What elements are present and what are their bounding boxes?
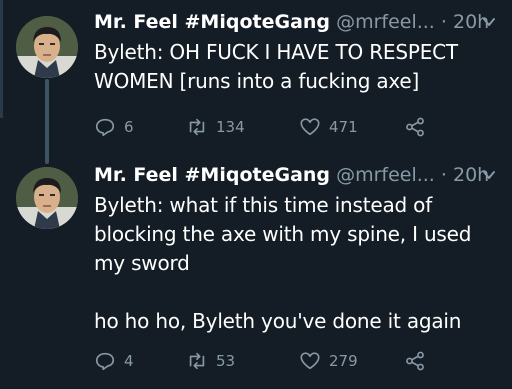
retweet-count: 53 xyxy=(216,352,236,370)
reply-count: 6 xyxy=(124,118,134,136)
avatar[interactable] xyxy=(16,16,78,78)
retweet-icon xyxy=(189,118,205,136)
retweet-icon xyxy=(189,352,205,370)
share-icon xyxy=(406,351,424,371)
heart-icon xyxy=(300,118,320,136)
tweet-actions: 4 53 279 xyxy=(94,349,494,373)
heart-icon xyxy=(300,352,320,370)
tweet-text: Byleth: OH FUCK I HAVE TO RESPECT WOMEN … xyxy=(94,40,465,93)
reply-count: 4 xyxy=(124,352,134,370)
share-button[interactable] xyxy=(404,349,434,373)
tweet-2[interactable]: Mr. Feel #MiqoteGang @mrfeel... · 20h By… xyxy=(0,150,512,389)
reply-icon xyxy=(95,118,115,137)
share-icon xyxy=(406,117,424,137)
like-count: 279 xyxy=(329,352,358,370)
tweet-1[interactable]: Mr. Feel #MiqoteGang @mrfeel... · 20h By… xyxy=(0,0,512,164)
chevron-down-icon[interactable] xyxy=(482,15,496,29)
separator: · xyxy=(440,164,447,186)
separator: · xyxy=(440,11,447,33)
reply-button[interactable]: 4 xyxy=(94,349,134,373)
retweet-button[interactable]: 53 xyxy=(186,349,235,373)
reply-icon xyxy=(95,352,115,371)
tweet-text: Byleth: what if this time instead of blo… xyxy=(94,193,472,333)
like-button[interactable]: 471 xyxy=(299,115,358,139)
retweet-count: 134 xyxy=(216,118,245,136)
display-name[interactable]: Mr. Feel #MiqoteGang xyxy=(94,11,330,33)
share-button[interactable] xyxy=(404,115,434,139)
tweet-header: Mr. Feel #MiqoteGang @mrfeel... · 20h xyxy=(94,8,502,36)
tweet-header: Mr. Feel #MiqoteGang @mrfeel... · 20h xyxy=(94,161,502,189)
like-button[interactable]: 279 xyxy=(299,349,358,373)
retweet-button[interactable]: 134 xyxy=(186,115,245,139)
display-name[interactable]: Mr. Feel #MiqoteGang xyxy=(94,164,330,186)
avatar[interactable] xyxy=(16,167,78,229)
reply-button[interactable]: 6 xyxy=(94,115,134,139)
like-count: 471 xyxy=(329,118,358,136)
username[interactable]: @mrfeel... xyxy=(336,164,435,186)
chevron-down-icon[interactable] xyxy=(482,168,496,182)
tweet-actions: 6 134 471 xyxy=(94,115,494,139)
username[interactable]: @mrfeel... xyxy=(336,11,435,33)
